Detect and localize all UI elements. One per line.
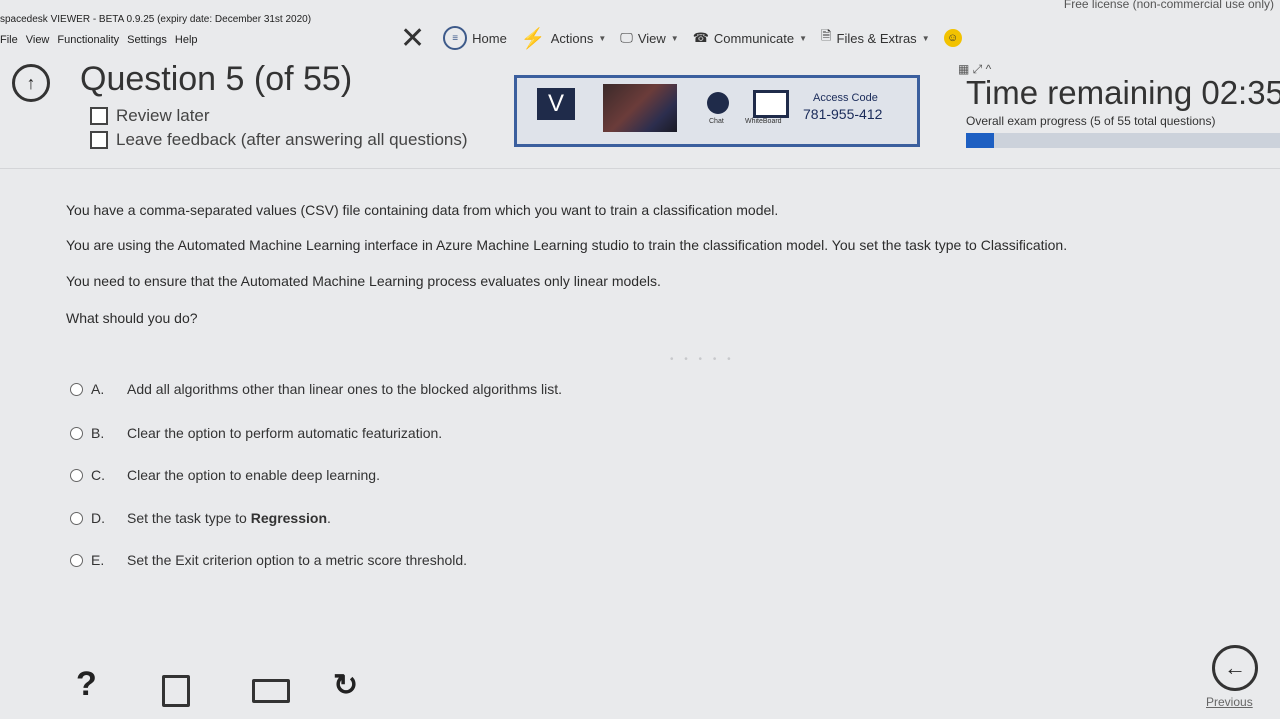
option-text: Add all algorithms other than linear one… <box>127 381 563 397</box>
answer-option-d[interactable]: D. Set the task type to Regression. <box>70 510 331 526</box>
view-menu[interactable]: 🖵 View ▼ <box>620 30 678 46</box>
radio-button[interactable] <box>70 426 83 440</box>
communicate-menu[interactable]: ☎ Communicate ▼ <box>693 30 807 46</box>
chevron-down-icon: ▼ <box>598 33 607 43</box>
help-button[interactable]: ? <box>76 665 97 704</box>
splitter-handle[interactable]: • • • • • <box>670 354 735 365</box>
time-remaining: Time remaining 02:35 <box>966 74 1280 111</box>
access-code-label: Access Code <box>813 92 878 104</box>
answer-option-c[interactable]: C. Clear the option to enable deep learn… <box>70 467 380 483</box>
phone-icon: ☎ <box>692 30 709 45</box>
previous-arrow-icon[interactable]: ← <box>1212 645 1258 691</box>
radio-button[interactable] <box>70 511 83 525</box>
actions-menu[interactable]: ⚡ Actions ▼ <box>521 26 606 51</box>
radio-button[interactable] <box>70 468 83 482</box>
refresh-icon[interactable]: ↻ <box>333 668 358 703</box>
menu-help[interactable]: Help <box>175 34 198 46</box>
question-paragraph: You are using the Automated Machine Lear… <box>66 237 1068 253</box>
monitor-icon: 🖵 <box>620 30 633 45</box>
question-prompt: What should you do? <box>66 310 198 326</box>
option-letter: E. <box>91 552 105 568</box>
radio-button[interactable] <box>70 553 83 567</box>
option-text-prefix: Set the task type to <box>127 510 251 526</box>
communicate-label: Communicate <box>713 30 795 46</box>
actions-label: Actions <box>550 30 594 46</box>
progress-bar-fill <box>966 133 995 148</box>
files-icon: 🗎 <box>821 28 832 43</box>
home-label: Home <box>472 30 507 46</box>
files-label: Files & Extras <box>836 30 917 46</box>
checkbox-box[interactable] <box>90 107 108 125</box>
menu-file[interactable]: File <box>0 34 18 46</box>
chevron-down-icon: ▼ <box>670 33 679 43</box>
option-text: Set the Exit criterion option to a metri… <box>127 552 468 568</box>
license-notice: Free license (non-commercial use only) <box>1063 0 1274 11</box>
option-letter: B. <box>91 425 105 441</box>
question-paragraph: You need to ensure that the Automated Ma… <box>66 273 661 289</box>
remote-toolbar: ✕ ≡ Home ⚡ Actions ▼ 🖵 View ▼ ☎ Communic… <box>400 18 962 58</box>
progress-bar <box>966 133 1280 148</box>
review-later-checkbox[interactable]: Review later <box>90 106 210 126</box>
chevron-down-icon: ▼ <box>921 33 930 43</box>
menu-settings[interactable]: Settings <box>127 34 167 46</box>
chat-icon[interactable] <box>707 92 729 114</box>
previous-button[interactable]: Previous <box>1206 695 1253 709</box>
divider <box>0 168 1280 169</box>
whiteboard-label: WhiteBoard <box>745 118 782 125</box>
files-menu[interactable]: 🗎 Files & Extras ▼ <box>821 27 930 49</box>
checkbox-box[interactable] <box>90 131 108 149</box>
review-later-label: Review later <box>116 106 210 125</box>
menu-functionality[interactable]: Functionality <box>57 34 119 46</box>
progress-text: Overall exam progress (5 of 55 total que… <box>966 114 1216 128</box>
answer-option-a[interactable]: A. Add all algorithms other than linear … <box>70 381 562 397</box>
option-text: Set the task type to Regression. <box>127 510 331 526</box>
access-code-value: 781-955-412 <box>803 106 883 122</box>
option-letter: D. <box>91 510 105 526</box>
calculator-icon[interactable] <box>162 675 190 707</box>
option-text-suffix: . <box>327 510 331 526</box>
answer-option-b[interactable]: B. Clear the option to perform automatic… <box>70 425 442 441</box>
chevron-down-icon: ▼ <box>799 33 808 43</box>
leave-feedback-label: Leave feedback (after answering all ques… <box>116 130 468 149</box>
question-paragraph: You have a comma-separated values (CSV) … <box>66 202 779 218</box>
option-letter: C. <box>91 467 105 483</box>
lightning-icon: ⚡ <box>520 27 546 50</box>
monitor-icon[interactable] <box>252 679 290 703</box>
smiley-icon[interactable]: ☺ <box>943 29 962 47</box>
back-up-icon[interactable]: ↑ <box>12 64 50 102</box>
webcam-preview <box>603 84 677 132</box>
view-label: View <box>637 30 666 46</box>
option-text: Clear the option to enable deep learning… <box>127 467 380 483</box>
chat-label: Chat <box>709 118 724 125</box>
v-button[interactable]: V <box>537 88 575 120</box>
answer-option-e[interactable]: E. Set the Exit criterion option to a me… <box>70 552 467 568</box>
menu-view[interactable]: View <box>26 34 50 46</box>
window-title: spacedesk VIEWER - BETA 0.9.25 (expiry d… <box>0 14 312 25</box>
remote-panel: V Chat WhiteBoard Access Code 781-955-41… <box>514 75 920 147</box>
option-text-bold: Regression <box>250 510 327 526</box>
radio-button[interactable] <box>70 382 83 396</box>
leave-feedback-checkbox[interactable]: Leave feedback (after answering all ques… <box>90 130 468 150</box>
menu-bar: File View Functionality Settings Help <box>0 34 198 46</box>
whiteboard-icon[interactable] <box>753 90 789 118</box>
question-title: Question 5 (of 55) <box>80 60 353 98</box>
home-button[interactable]: ≡ Home <box>443 26 507 50</box>
home-icon: ≡ <box>443 26 468 50</box>
option-letter: A. <box>91 381 105 397</box>
option-text: Clear the option to perform automatic fe… <box>127 425 443 441</box>
close-icon[interactable]: ✕ <box>400 21 425 56</box>
